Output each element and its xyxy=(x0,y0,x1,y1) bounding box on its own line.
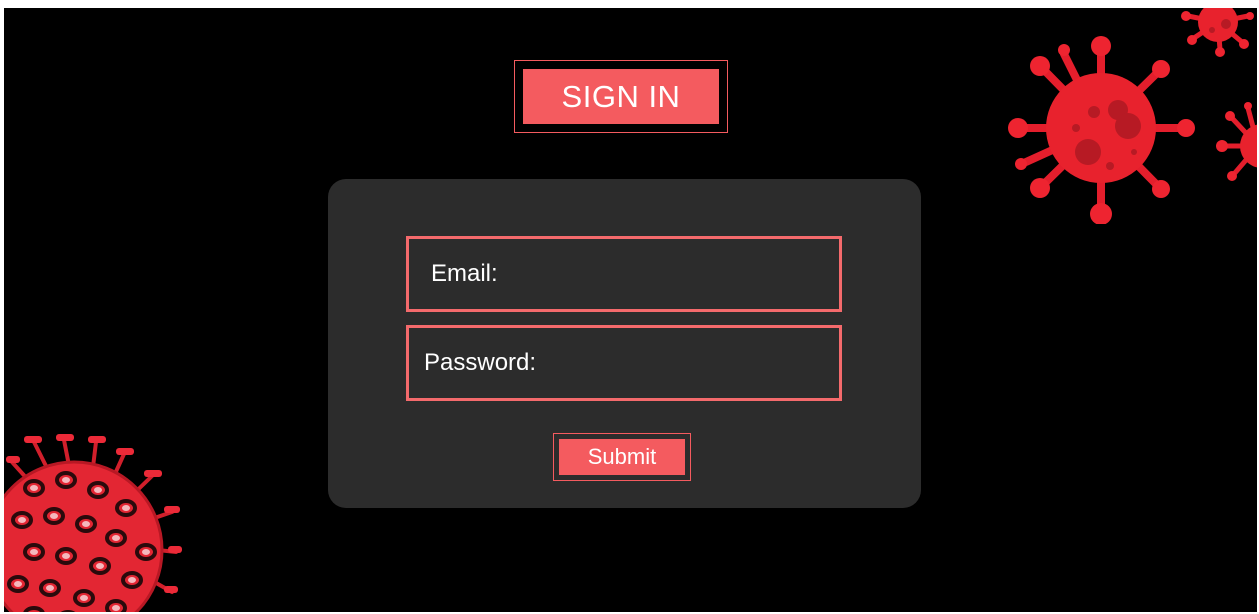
email-field[interactable]: Email: xyxy=(406,236,842,312)
password-label: Password: xyxy=(424,349,537,376)
virus-cluster-icon xyxy=(4,434,182,612)
virus-icon xyxy=(1008,36,1195,224)
login-form: Email: Password: Submit xyxy=(328,179,921,508)
password-field[interactable]: Password: xyxy=(406,325,842,401)
virus-icon xyxy=(1181,8,1254,57)
submit-button[interactable]: Submit xyxy=(559,439,685,475)
virus-icon xyxy=(1216,102,1257,181)
page-title-frame: SIGN IN xyxy=(514,60,728,133)
login-screen: SIGN IN Email: Password: Submit xyxy=(4,8,1257,612)
page-title: SIGN IN xyxy=(523,69,719,124)
submit-button-frame: Submit xyxy=(553,433,691,481)
email-label: Email: xyxy=(431,260,498,287)
